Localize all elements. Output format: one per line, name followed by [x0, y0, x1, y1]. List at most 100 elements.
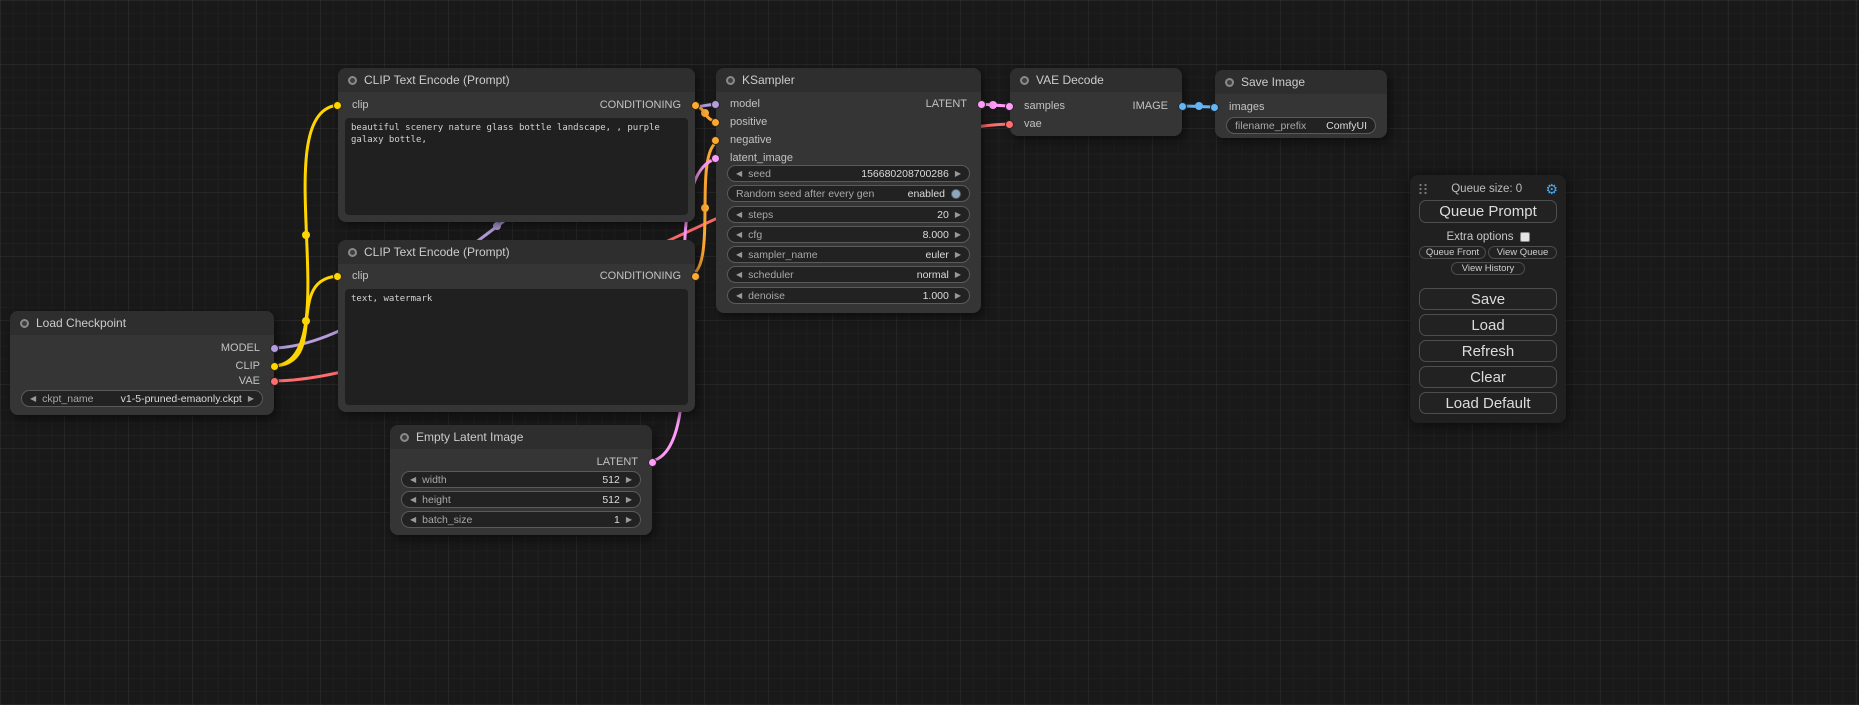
node-load-checkpoint[interactable]: Load Checkpoint MODEL CLIP VAE ◀ ckpt_na…: [10, 311, 274, 415]
increment-arrow-icon[interactable]: ▶: [955, 170, 961, 178]
node-clip-text-encode-negative[interactable]: CLIP Text Encode (Prompt) clip CONDITION…: [338, 240, 695, 412]
node-collapse-dot-icon[interactable]: [1020, 76, 1029, 85]
batch-size-widget[interactable]: ◀ batch_size 1 ▶: [401, 511, 641, 528]
port-latent-output[interactable]: [648, 458, 657, 467]
port-clip-input[interactable]: [333, 101, 342, 110]
port-clip-output[interactable]: [270, 362, 279, 371]
node-title-bar[interactable]: Save Image: [1215, 70, 1387, 94]
decrement-arrow-icon[interactable]: ◀: [410, 516, 416, 524]
widget-label: scheduler: [748, 269, 794, 281]
port-negative-input[interactable]: [711, 136, 720, 145]
steps-widget[interactable]: ◀ steps 20 ▶: [727, 206, 970, 223]
increment-arrow-icon[interactable]: ▶: [955, 251, 961, 259]
port-conditioning-output[interactable]: [691, 272, 700, 281]
seed-widget[interactable]: ◀ seed 156680208700286 ▶: [727, 165, 970, 182]
decrement-arrow-icon[interactable]: ◀: [736, 292, 742, 300]
toggle-dot-icon[interactable]: [951, 189, 961, 199]
decrement-arrow-icon[interactable]: ◀: [410, 496, 416, 504]
node-collapse-dot-icon[interactable]: [348, 76, 357, 85]
height-widget[interactable]: ◀ height 512 ▶: [401, 491, 641, 508]
widget-value: 512: [602, 494, 620, 506]
random-seed-toggle[interactable]: Random seed after every gen enabled: [727, 185, 970, 202]
node-collapse-dot-icon[interactable]: [726, 76, 735, 85]
clear-button[interactable]: Clear: [1419, 366, 1557, 388]
increment-arrow-icon[interactable]: ▶: [248, 395, 254, 403]
input-label-samples: samples: [1024, 99, 1065, 113]
input-label-negative: negative: [730, 133, 772, 147]
input-label-positive: positive: [730, 115, 767, 129]
sampler-name-widget[interactable]: ◀ sampler_name euler ▶: [727, 246, 970, 263]
drag-handle-icon[interactable]: [1418, 183, 1428, 195]
link-midpoint-dot: [302, 317, 310, 325]
node-clip-text-encode-positive[interactable]: CLIP Text Encode (Prompt) clip CONDITION…: [338, 68, 695, 222]
node-graph-canvas[interactable]: Load Checkpoint MODEL CLIP VAE ◀ ckpt_na…: [0, 0, 1859, 705]
port-samples-input[interactable]: [1005, 102, 1014, 111]
cfg-widget[interactable]: ◀ cfg 8.000 ▶: [727, 226, 970, 243]
node-ksampler[interactable]: KSampler model positive negative latent_…: [716, 68, 981, 313]
node-title-bar[interactable]: Empty Latent Image: [390, 425, 652, 449]
widget-label: filename_prefix: [1235, 120, 1306, 132]
port-model-output[interactable]: [270, 344, 279, 353]
increment-arrow-icon[interactable]: ▶: [626, 476, 632, 484]
decrement-arrow-icon[interactable]: ◀: [736, 211, 742, 219]
node-save-image[interactable]: Save Image images filename_prefix ComfyU…: [1215, 70, 1387, 138]
ckpt-name-widget[interactable]: ◀ ckpt_name v1-5-pruned-emaonly.ckpt ▶: [21, 390, 263, 407]
gear-icon[interactable]: ⚙: [1545, 182, 1558, 196]
comfy-menu-panel[interactable]: Queue size: 0 ⚙ Queue Prompt Extra optio…: [1410, 175, 1566, 423]
queue-size-label: Queue size: 0: [1428, 183, 1545, 195]
increment-arrow-icon[interactable]: ▶: [955, 271, 961, 279]
load-button[interactable]: Load: [1419, 314, 1557, 336]
view-history-button[interactable]: View History: [1451, 262, 1525, 275]
port-latent-image-input[interactable]: [711, 154, 720, 163]
port-model-input[interactable]: [711, 100, 720, 109]
decrement-arrow-icon[interactable]: ◀: [736, 251, 742, 259]
increment-arrow-icon[interactable]: ▶: [955, 292, 961, 300]
port-clip-input[interactable]: [333, 272, 342, 281]
port-conditioning-output[interactable]: [691, 101, 700, 110]
port-latent-output[interactable]: [977, 100, 986, 109]
node-collapse-dot-icon[interactable]: [1225, 78, 1234, 87]
node-title: Save Image: [1241, 75, 1305, 89]
node-title-bar[interactable]: CLIP Text Encode (Prompt): [338, 240, 695, 264]
node-title-bar[interactable]: CLIP Text Encode (Prompt): [338, 68, 695, 92]
node-title: VAE Decode: [1036, 73, 1104, 87]
increment-arrow-icon[interactable]: ▶: [626, 496, 632, 504]
view-queue-button[interactable]: View Queue: [1488, 246, 1557, 259]
scheduler-widget[interactable]: ◀ scheduler normal ▶: [727, 266, 970, 283]
refresh-button[interactable]: Refresh: [1419, 340, 1557, 362]
node-title-bar[interactable]: KSampler: [716, 68, 981, 92]
node-collapse-dot-icon[interactable]: [20, 319, 29, 328]
link-midpoint-dot: [1195, 102, 1203, 110]
extra-options-checkbox[interactable]: [1520, 232, 1530, 242]
increment-arrow-icon[interactable]: ▶: [955, 211, 961, 219]
output-label-conditioning: CONDITIONING: [600, 98, 681, 112]
save-button[interactable]: Save: [1419, 288, 1557, 310]
filename-prefix-widget[interactable]: filename_prefix ComfyUI: [1226, 117, 1376, 134]
load-default-button[interactable]: Load Default: [1419, 392, 1557, 414]
node-vae-decode[interactable]: VAE Decode samples vae IMAGE: [1010, 68, 1182, 136]
port-image-output[interactable]: [1178, 102, 1187, 111]
port-images-input[interactable]: [1210, 103, 1219, 112]
queue-front-button[interactable]: Queue Front: [1419, 246, 1486, 259]
increment-arrow-icon[interactable]: ▶: [626, 516, 632, 524]
node-title-bar[interactable]: VAE Decode: [1010, 68, 1182, 92]
decrement-arrow-icon[interactable]: ◀: [410, 476, 416, 484]
decrement-arrow-icon[interactable]: ◀: [736, 231, 742, 239]
node-title-bar[interactable]: Load Checkpoint: [10, 311, 274, 335]
queue-prompt-button[interactable]: Queue Prompt: [1419, 200, 1557, 223]
decrement-arrow-icon[interactable]: ◀: [736, 170, 742, 178]
node-empty-latent-image[interactable]: Empty Latent Image LATENT ◀ width 512 ▶ …: [390, 425, 652, 535]
denoise-widget[interactable]: ◀ denoise 1.000 ▶: [727, 287, 970, 304]
port-vae-input[interactable]: [1005, 120, 1014, 129]
increment-arrow-icon[interactable]: ▶: [955, 231, 961, 239]
decrement-arrow-icon[interactable]: ◀: [30, 395, 36, 403]
prompt-text-field[interactable]: beautiful scenery nature glass bottle la…: [345, 118, 688, 215]
widget-label: batch_size: [422, 514, 472, 526]
decrement-arrow-icon[interactable]: ◀: [736, 271, 742, 279]
port-positive-input[interactable]: [711, 118, 720, 127]
width-widget[interactable]: ◀ width 512 ▶: [401, 471, 641, 488]
port-vae-output[interactable]: [270, 377, 279, 386]
prompt-text-field[interactable]: text, watermark: [345, 289, 688, 405]
node-collapse-dot-icon[interactable]: [348, 248, 357, 257]
node-collapse-dot-icon[interactable]: [400, 433, 409, 442]
